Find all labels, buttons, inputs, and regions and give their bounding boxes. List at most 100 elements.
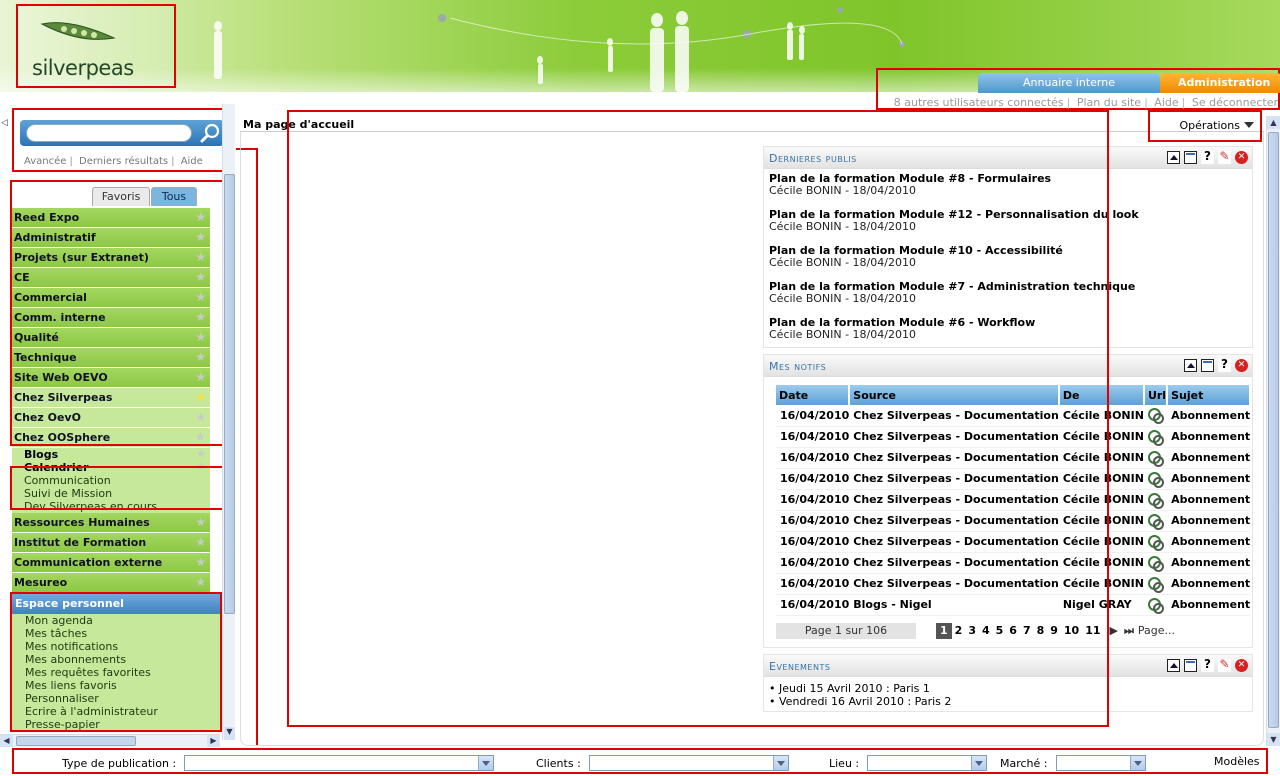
star-icon[interactable]: ★ [195, 576, 206, 588]
cell-source[interactable]: Chez Silverpeas - Documentation [849, 468, 1059, 490]
space-item-institut-de-formation[interactable]: Institut de Formation ★ [12, 533, 210, 553]
site-map-link[interactable]: Plan du site [1077, 96, 1141, 109]
operations-label[interactable]: Opérations [1180, 119, 1254, 132]
table-row[interactable]: 16/04/2010 Chez Silverpeas - Documentatio… [776, 426, 1251, 448]
space-item-projets[interactable]: Projets (sur Extranet) ★ [12, 248, 210, 268]
cell-sujet[interactable]: Abonnement [1167, 573, 1251, 595]
star-icon[interactable]: ★ [195, 291, 206, 303]
space-item-administratif[interactable]: Administratif ★ [12, 228, 210, 248]
maximize-icon[interactable] [1184, 151, 1197, 164]
page-link[interactable]: 4 [979, 623, 993, 639]
scroll-down-icon[interactable]: ▼ [224, 727, 235, 740]
type-publication-select[interactable] [184, 755, 495, 771]
table-row[interactable]: 16/04/2010 Chez Silverpeas - Documentatio… [776, 531, 1251, 553]
star-icon[interactable]: ★ [195, 251, 206, 263]
space-item-chez-oevo[interactable]: Chez OevO ★ [12, 408, 210, 428]
star-icon[interactable]: ★ [195, 331, 206, 343]
link-icon[interactable] [1147, 513, 1164, 530]
perso-link-notifications[interactable]: Mes notifications [12, 640, 220, 653]
star-icon[interactable]: ★ [195, 411, 206, 423]
perso-link-abonnements[interactable]: Mes abonnements [12, 653, 220, 666]
chevron-down-icon[interactable] [478, 756, 494, 770]
link-icon[interactable] [1147, 429, 1164, 446]
page-link[interactable]: 7 [1020, 623, 1034, 639]
space-item-communication-externe[interactable]: Communication externe ★ [12, 553, 210, 573]
minimize-icon[interactable] [1167, 659, 1180, 672]
edit-pencil-icon[interactable]: ✎ [1218, 150, 1231, 164]
star-icon[interactable]: ★ [195, 431, 206, 443]
star-icon[interactable]: ★ [195, 391, 206, 403]
page-link[interactable]: 3 [965, 623, 979, 639]
cell-source[interactable]: Chez Silverpeas - Documentation [849, 405, 1059, 427]
list-item[interactable]: Plan de la formation Module #7 - Adminis… [769, 281, 1247, 305]
list-item[interactable]: • Jeudi 15 Avril 2010 : Paris 1 [769, 682, 1247, 695]
star-icon[interactable]: ★ [196, 461, 206, 473]
tab-annuaire-interne[interactable]: Annuaire interne [978, 73, 1160, 93]
list-item[interactable]: Plan de la formation Module #10 - Access… [769, 245, 1247, 269]
link-icon[interactable] [1147, 555, 1164, 572]
star-icon[interactable]: ★ [195, 271, 206, 283]
space-item-ressources-humaines[interactable]: Ressources Humaines ★ [12, 513, 210, 533]
link-icon[interactable] [1147, 471, 1164, 488]
space-item-comm-interne[interactable]: Comm. interne ★ [12, 308, 210, 328]
cell-source[interactable]: Blogs - Nigel [849, 594, 1059, 616]
connected-users-link[interactable]: 8 autres utilisateurs connectés [894, 96, 1064, 109]
minimize-icon[interactable] [1184, 359, 1197, 372]
star-icon[interactable]: ★ [195, 211, 206, 223]
search-input[interactable] [26, 124, 192, 142]
star-icon[interactable]: ★ [195, 351, 206, 363]
scroll-thumb[interactable] [224, 174, 235, 614]
space-item-chez-silverpeas[interactable]: Chez Silverpeas ★ [12, 388, 210, 408]
next-page-icon[interactable]: ▶ [1110, 624, 1118, 637]
page-link[interactable]: 5 [993, 623, 1007, 639]
table-row[interactable]: 16/04/2010 Chez Silverpeas - Documentatio… [776, 447, 1251, 469]
cell-sujet[interactable]: Abonnement [1167, 426, 1251, 448]
maximize-icon[interactable] [1184, 659, 1197, 672]
page-link[interactable]: 6 [1006, 623, 1020, 639]
table-row[interactable]: 16/04/2010 Chez Silverpeas - Documentatio… [776, 573, 1251, 595]
scroll-right-icon[interactable]: ▶ [207, 735, 220, 747]
scroll-thumb[interactable] [16, 736, 136, 746]
scroll-left-icon[interactable]: ◀ [0, 735, 13, 747]
link-icon[interactable] [1147, 408, 1164, 425]
sidebar-vertical-scrollbar[interactable]: ▼ [222, 104, 235, 740]
event-text[interactable]: Vendredi 16 Avril 2010 : Paris 2 [779, 695, 951, 708]
help-icon[interactable]: ? [1201, 658, 1214, 672]
cell-sujet[interactable]: Abonnement [1167, 552, 1251, 574]
personal-space-title[interactable]: Espace personnel [12, 594, 220, 614]
star-icon[interactable]: ★ [195, 556, 206, 568]
table-row[interactable]: 16/04/2010 Chez Silverpeas - Documentatio… [776, 510, 1251, 532]
close-icon[interactable]: ✕ [1235, 659, 1248, 672]
scroll-thumb[interactable] [1268, 132, 1279, 728]
page-link[interactable]: 2 [952, 623, 966, 639]
cell-sujet[interactable]: Abonnement [1167, 594, 1251, 616]
sub-link-communication[interactable]: Communication [12, 474, 210, 487]
list-item[interactable]: • Vendredi 16 Avril 2010 : Paris 2 [769, 695, 1247, 708]
tab-tous[interactable]: Tous [151, 187, 197, 206]
space-item-commercial[interactable]: Commercial ★ [12, 288, 210, 308]
page-link[interactable]: 10 [1061, 623, 1082, 639]
page-link[interactable]: 11 [1082, 623, 1103, 639]
logout-link[interactable]: Se déconnecter [1192, 96, 1278, 109]
close-icon[interactable]: ✕ [1235, 359, 1248, 372]
space-item-chez-oosphere[interactable]: Chez OOSphere ★ [12, 428, 210, 448]
event-text[interactable]: Jeudi 15 Avril 2010 : Paris 1 [779, 682, 930, 695]
column-header-de[interactable]: De [1058, 385, 1145, 405]
cell-source[interactable]: Chez Silverpeas - Documentation [849, 531, 1059, 553]
cell-source[interactable]: Chez Silverpeas - Documentation [849, 489, 1059, 511]
scroll-up-icon[interactable]: ▲ [1267, 116, 1280, 129]
star-icon[interactable]: ★ [195, 371, 206, 383]
last-results-link[interactable]: Derniers résultats [79, 156, 168, 167]
space-item-technique[interactable]: Technique ★ [12, 348, 210, 368]
space-item-ce[interactable]: CE ★ [12, 268, 210, 288]
perso-link-personnaliser[interactable]: Personnaliser [12, 692, 220, 705]
last-page-icon[interactable]: ⏭ [1124, 624, 1134, 638]
column-header-sujet[interactable]: Sujet [1167, 385, 1252, 405]
column-header-source[interactable]: Source [849, 385, 1060, 405]
cell-source[interactable]: Chez Silverpeas - Documentation [849, 510, 1059, 532]
minimize-icon[interactable] [1167, 151, 1180, 164]
sidebar-horizontal-scrollbar[interactable]: ◀ ▶ [0, 734, 220, 747]
advanced-search-link[interactable]: Avancée [24, 156, 66, 167]
table-row[interactable]: 16/04/2010 Chez Silverpeas - Documentatio… [776, 489, 1251, 511]
page-link[interactable]: 8 [1034, 623, 1048, 639]
